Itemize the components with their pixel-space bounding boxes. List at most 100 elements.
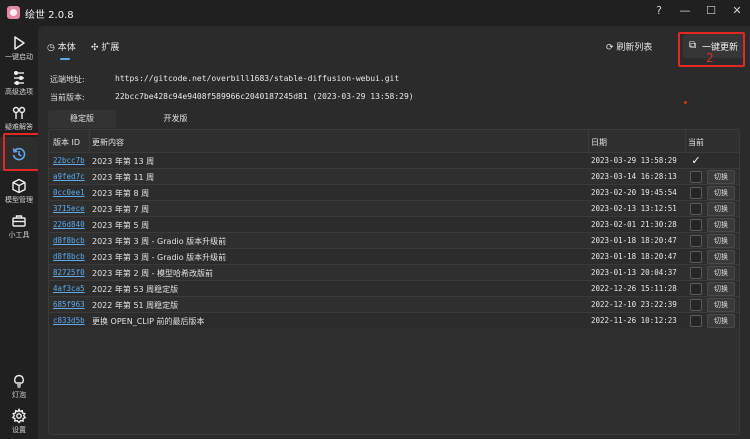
play-icon bbox=[11, 35, 27, 51]
switch-version-button[interactable]: 切换 bbox=[707, 266, 735, 280]
switch-version-button[interactable]: 切换 bbox=[707, 282, 735, 296]
current-checkbox bbox=[690, 235, 702, 247]
update-content: 2023 年第 13 周 bbox=[92, 157, 155, 166]
current-checkbox bbox=[690, 283, 702, 295]
version-id-link[interactable]: d8f8bcb bbox=[53, 236, 85, 245]
app-title: 绘世 2.0.8 bbox=[25, 10, 74, 21]
sidebar-item-bulb[interactable]: 灯泡 bbox=[0, 370, 38, 404]
version-id-link[interactable]: 82725f0 bbox=[53, 268, 85, 277]
tab-label: 扩展 bbox=[101, 43, 120, 53]
tab-core[interactable]: ◷ 本体 bbox=[47, 40, 76, 53]
sidebar-item-troubleshoot[interactable]: 疑难解答 bbox=[0, 102, 38, 136]
sidebar-item-tools[interactable]: 小工具 bbox=[0, 210, 38, 244]
update-content: 2022 年第 51 周稳定版 bbox=[92, 301, 179, 310]
version-id-link[interactable]: 226d840 bbox=[53, 220, 85, 229]
update-date: 2022-11-26 10:12:23 bbox=[591, 316, 677, 325]
sidebar-item-label: 设置 bbox=[12, 426, 26, 434]
current-checkbox bbox=[690, 315, 702, 327]
column-divider bbox=[685, 130, 686, 152]
header-current: 当前 bbox=[688, 138, 704, 147]
remote-address-label: 远端地址: bbox=[50, 75, 85, 84]
cube-icon bbox=[11, 178, 27, 194]
table-row: 82725f0 2023 年第 2 周 - 模型哈希改版前 2023-01-13 2… bbox=[49, 264, 739, 280]
refresh-list-button[interactable]: ⟳ 刷新列表 bbox=[606, 40, 652, 53]
header-content: 更新内容 bbox=[92, 138, 124, 147]
history-icon bbox=[11, 146, 27, 162]
sidebar-item-label: 一键启动 bbox=[5, 53, 33, 61]
update-content: 2023 年第 7 周 bbox=[92, 205, 150, 214]
update-content: 2022 年第 53 周稳定版 bbox=[92, 285, 179, 294]
header-date: 日期 bbox=[591, 138, 607, 147]
update-content: 2023 年第 2 周 - 模型哈希改版前 bbox=[92, 269, 214, 278]
current-checkbox bbox=[690, 251, 702, 263]
bulb-icon bbox=[11, 373, 27, 389]
remote-address-value: https://gitcode.net/overbill1683/stable-… bbox=[115, 74, 400, 83]
puzzle-icon: ✣ bbox=[91, 43, 99, 53]
version-id-link[interactable]: c833d5b bbox=[53, 316, 85, 325]
switch-version-button[interactable]: 切换 bbox=[707, 250, 735, 264]
current-checkbox bbox=[690, 219, 702, 231]
tab-active-indicator bbox=[60, 58, 70, 60]
update-content: 2023 年第 3 周 - Gradio 版本升级前 bbox=[92, 237, 227, 246]
sliders-icon bbox=[11, 70, 27, 86]
update-date: 2023-02-13 13:12:51 bbox=[591, 204, 677, 213]
current-checkbox bbox=[690, 203, 702, 215]
main-panel: ◷ 本体 ✣ 扩展 ⟳ 刷新列表 ⧉ 一键更新 2 远端地址: https://… bbox=[38, 26, 750, 439]
version-id-link[interactable]: 685f963 bbox=[53, 300, 85, 309]
table-row: a9fed7c 2023 年第 11 周 2023-03-14 16:28:13 切换 bbox=[49, 168, 739, 184]
update-date: 2022-12-26 15:11:28 bbox=[591, 284, 677, 293]
one-click-update-button[interactable]: ⧉ 一键更新 bbox=[683, 34, 745, 58]
sidebar-item-settings[interactable]: 设置 bbox=[0, 405, 38, 439]
sidebar-item-advanced[interactable]: 高级选项 bbox=[0, 67, 38, 101]
column-divider bbox=[588, 130, 589, 152]
sidebar-item-label: 高级选项 bbox=[5, 88, 33, 96]
column-divider bbox=[89, 130, 90, 152]
sidebar-item-version-history[interactable] bbox=[0, 137, 38, 171]
switch-version-button[interactable]: 切换 bbox=[707, 218, 735, 232]
switch-version-button[interactable]: 切换 bbox=[707, 314, 735, 328]
version-id-link[interactable]: 4af3ca5 bbox=[53, 284, 85, 293]
tab-dev[interactable]: 开发版 bbox=[148, 110, 203, 128]
table-row: 685f963 2022 年第 51 周稳定版 2022-12-10 23:22:3… bbox=[49, 296, 739, 312]
update-date: 2023-02-01 21:30:28 bbox=[591, 220, 677, 229]
tab-label: 本体 bbox=[57, 43, 76, 53]
current-check-icon: ✓ bbox=[691, 154, 701, 167]
table-row: 0cc0ee1 2023 年第 8 周 2023-02-20 19:45:54 切换 bbox=[49, 184, 739, 200]
update-date: 2023-03-29 13:58:29 bbox=[591, 156, 677, 165]
version-id-link[interactable]: 0cc0ee1 bbox=[53, 188, 85, 197]
troubleshoot-icon bbox=[11, 105, 27, 121]
annotation-dot bbox=[684, 101, 687, 104]
update-date: 2023-02-20 19:45:54 bbox=[591, 188, 677, 197]
gear-icon bbox=[11, 407, 27, 424]
sidebar-item-label: 疑难解答 bbox=[5, 123, 33, 131]
switch-version-button[interactable]: 切换 bbox=[707, 298, 735, 312]
version-id-link[interactable]: 3715ece bbox=[53, 204, 85, 213]
sidebar-item-model-manager[interactable]: 模型管理 bbox=[0, 175, 38, 209]
tab-stable[interactable]: 稳定版 bbox=[48, 110, 116, 128]
annotation-number: 2 bbox=[706, 51, 714, 65]
refresh-icon: ⟳ bbox=[606, 43, 614, 53]
close-button[interactable]: ✕ bbox=[724, 2, 750, 20]
sidebar-item-label: 模型管理 bbox=[5, 196, 33, 204]
tab-extensions[interactable]: ✣ 扩展 bbox=[91, 40, 119, 53]
header-version-id: 版本 ID bbox=[53, 138, 81, 147]
switch-version-button[interactable]: 切换 bbox=[707, 234, 735, 248]
current-checkbox bbox=[690, 187, 702, 199]
version-id-link[interactable]: a9fed7c bbox=[53, 172, 85, 181]
sidebar-item-launch[interactable]: 一键启动 bbox=[0, 32, 38, 66]
help-button[interactable]: ? bbox=[646, 2, 672, 20]
switch-version-button[interactable]: 切换 bbox=[707, 186, 735, 200]
minimize-button[interactable]: — bbox=[672, 2, 698, 20]
update-content: 2023 年第 11 周 bbox=[92, 173, 155, 182]
switch-version-button[interactable]: 切换 bbox=[707, 202, 735, 216]
refresh-label: 刷新列表 bbox=[616, 43, 653, 53]
version-id-link[interactable]: d8f8bcb bbox=[53, 252, 85, 261]
version-id-link[interactable]: 22bcc7b bbox=[53, 156, 85, 165]
current-version-label: 当前版本: bbox=[50, 93, 85, 102]
sidebar-item-label: 灯泡 bbox=[12, 391, 26, 399]
maximize-button[interactable]: ☐ bbox=[698, 2, 724, 20]
update-date: 2023-03-14 16:28:13 bbox=[591, 172, 677, 181]
switch-version-button[interactable]: 切换 bbox=[707, 170, 735, 184]
table-row: d8f8bcb 2023 年第 3 周 - Gradio 版本升级前 2023-01… bbox=[49, 232, 739, 248]
update-date: 2023-01-18 18:20:47 bbox=[591, 252, 677, 261]
